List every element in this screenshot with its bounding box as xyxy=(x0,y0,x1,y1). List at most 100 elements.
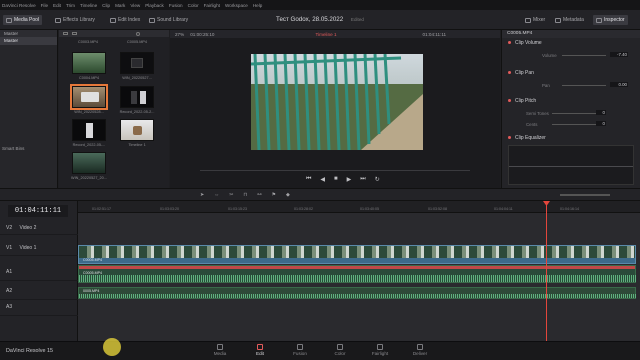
volume-slider[interactable] xyxy=(562,55,606,56)
page-fusion[interactable]: Fusion xyxy=(285,344,315,356)
timeline-area[interactable]: 01:02:51:17 01:03:03:20 01:03:15:23 01:0… xyxy=(78,201,640,341)
edit-toolbar: ➤ ⇔ ✂ ⊓ ⚯ ⚑ ◆ xyxy=(0,188,640,201)
clip-filmstrip xyxy=(79,246,635,258)
page-media[interactable]: Media xyxy=(205,344,235,356)
link-icon[interactable]: ⚯ xyxy=(257,192,261,198)
clip-thumbnail[interactable] xyxy=(120,52,154,74)
timeline-name[interactable]: Timeline 1 xyxy=(315,32,336,37)
record-timecode: 01:04:11:11 xyxy=(422,31,447,37)
page-edit[interactable]: Edit xyxy=(245,344,275,356)
playhead[interactable] xyxy=(546,201,547,341)
track-header-a3[interactable]: A3 xyxy=(0,304,78,316)
trim-tool-icon[interactable]: ⇔ xyxy=(214,192,219,198)
deliver-page-icon xyxy=(417,344,423,350)
audio-clip-a2[interactable]: 0005.MP4 xyxy=(78,287,637,299)
effects-library-button[interactable]: Effects Library xyxy=(52,15,98,25)
zoom-slider[interactable] xyxy=(560,194,610,196)
clip-pan-title[interactable]: Clip Pan xyxy=(508,70,534,76)
menu-bar: DaVinci Resolve File Edit Trim Timeline … xyxy=(0,0,640,10)
menu-item[interactable]: Help xyxy=(253,3,262,8)
cents-slider[interactable] xyxy=(552,124,596,125)
clip-thumbnail[interactable] xyxy=(120,119,154,141)
color-page-icon xyxy=(337,344,343,350)
menu-item[interactable]: Workspace xyxy=(225,3,248,8)
menu-item[interactable]: Trim xyxy=(66,3,75,8)
track-header-a1[interactable]: A1 xyxy=(0,269,78,281)
bin-master[interactable]: Master xyxy=(0,37,57,45)
smart-bins-label[interactable]: Smart Bins xyxy=(2,146,24,151)
inspector-button[interactable]: Inspector xyxy=(593,15,628,25)
clip-thumbnail[interactable] xyxy=(72,119,106,141)
source-timecode: 01:00:25:10 xyxy=(190,31,215,37)
clip-thumbnail[interactable] xyxy=(120,86,154,108)
menu-item[interactable]: Color xyxy=(188,3,199,8)
app-name: DaVinci Resolve 15 xyxy=(6,348,53,354)
play-reverse-icon[interactable]: ◀ xyxy=(320,176,325,183)
page-color[interactable]: Color xyxy=(325,344,355,356)
menu-item[interactable]: Clip xyxy=(102,3,110,8)
snapping-icon[interactable]: ⊓ xyxy=(243,192,247,198)
video-clip-v1[interactable]: C0005.MP4 xyxy=(78,245,636,264)
volume-line[interactable] xyxy=(79,266,635,269)
metadata-button[interactable]: Metadata xyxy=(552,15,587,25)
view-list-icon[interactable] xyxy=(63,32,68,35)
fence-scene-image xyxy=(251,54,423,150)
clip-thumbnail[interactable] xyxy=(70,84,108,110)
menu-item[interactable]: Fairlight xyxy=(204,3,220,8)
clip-pitch-title[interactable]: Clip Pitch xyxy=(508,98,536,104)
timeline-ruler[interactable]: 01:02:51:17 01:03:03:20 01:03:15:23 01:0… xyxy=(78,201,640,213)
clip-equalizer-title[interactable]: Clip Equalizer xyxy=(508,135,546,141)
menu-item[interactable]: View xyxy=(130,3,140,8)
semitones-slider[interactable] xyxy=(552,113,596,114)
blade-tool-icon[interactable]: ✂ xyxy=(229,192,233,198)
edit-index-button[interactable]: Edit Index xyxy=(107,15,143,25)
page-fairlight[interactable]: Fairlight xyxy=(365,344,395,356)
cents-value[interactable]: 0 xyxy=(596,121,606,126)
volume-value[interactable]: -7.40 xyxy=(610,52,628,57)
skip-start-icon[interactable]: ⏮ xyxy=(306,176,311,183)
skip-end-icon[interactable]: ⏭ xyxy=(360,176,365,183)
stop-icon[interactable]: ■ xyxy=(334,176,338,183)
menu-item[interactable]: Mark xyxy=(115,3,125,8)
page-deliver[interactable]: Deliver xyxy=(405,344,435,356)
pan-value[interactable]: 0.00 xyxy=(610,82,628,87)
media-pool-button[interactable]: Media Pool xyxy=(3,15,43,25)
sound-library-icon xyxy=(149,17,155,23)
track-header-a2[interactable]: A2 xyxy=(0,288,78,300)
menu-item[interactable]: DaVinci Resolve xyxy=(2,3,36,8)
menu-item[interactable]: Edit xyxy=(53,3,61,8)
menu-item[interactable]: File xyxy=(41,3,48,8)
play-icon[interactable]: ▶ xyxy=(347,176,352,183)
selection-tool-icon[interactable]: ➤ xyxy=(200,192,204,198)
viewer-header: 27% 01:00:25:10 Timeline 1 01:04:11:11 xyxy=(170,30,500,38)
audio-waveform xyxy=(79,294,637,298)
loop-icon[interactable]: ↻ xyxy=(375,176,380,183)
sound-library-button[interactable]: Sound Library xyxy=(146,15,191,25)
clip-label: Timeline 1 xyxy=(128,143,146,147)
search-icon[interactable] xyxy=(136,31,140,36)
marker-icon[interactable]: ◆ xyxy=(286,192,290,198)
flag-icon[interactable]: ⚑ xyxy=(272,192,276,198)
audio-clip-a1[interactable]: C0005.MP4 xyxy=(78,265,637,283)
video-frame xyxy=(251,54,423,150)
bin-list: Master Master Smart Bins xyxy=(0,30,58,188)
view-thumb-icon[interactable] xyxy=(72,32,77,35)
track-header-v2[interactable]: V2 Video 2 xyxy=(0,225,78,235)
viewer-scrubber[interactable] xyxy=(200,170,470,171)
interface-toolbar: Media Pool Effects Library Edit Index So… xyxy=(0,10,640,30)
menu-item[interactable]: Fusion xyxy=(169,3,183,8)
clip-volume-title[interactable]: Clip Volume xyxy=(508,40,542,46)
clip-thumbnail[interactable] xyxy=(72,52,106,74)
media-page-icon xyxy=(217,344,223,350)
zoom-level[interactable]: 27% xyxy=(175,32,184,37)
clip-label: Record_2022-05-... xyxy=(72,143,106,147)
eq-graph[interactable] xyxy=(508,145,634,185)
mixer-button[interactable]: Mixer xyxy=(522,15,548,25)
clip-thumbnail[interactable] xyxy=(72,152,106,174)
pan-slider[interactable] xyxy=(562,85,606,86)
menu-item[interactable]: Playback xyxy=(145,3,164,8)
menu-item[interactable]: Timeline xyxy=(80,3,97,8)
semitones-value[interactable]: 0 xyxy=(596,110,606,115)
transport-controls: ⏮ ◀ ■ ▶ ⏭ ↻ xyxy=(306,176,380,183)
track-header-v1[interactable]: V1 Video 1 xyxy=(0,245,78,256)
